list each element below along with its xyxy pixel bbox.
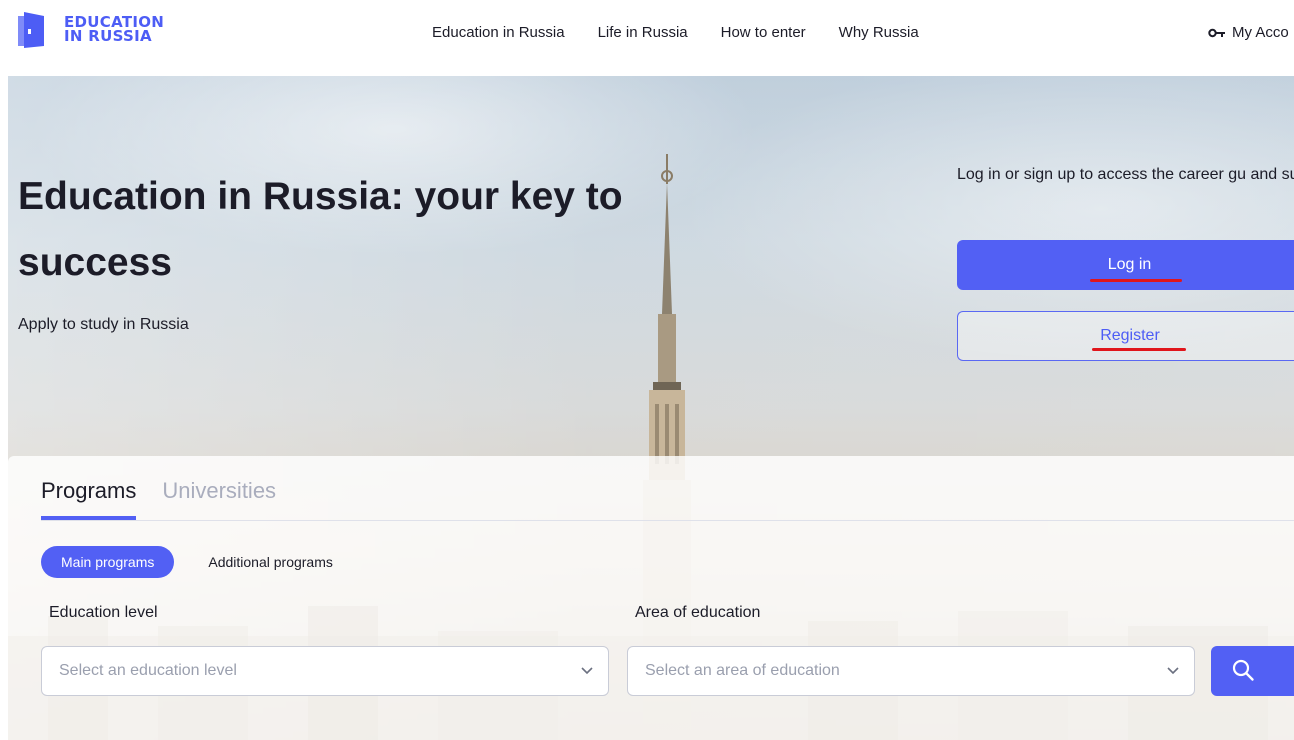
hero-title: Education in Russia: your key to success: [18, 175, 623, 284]
login-annotation-underline: [1090, 279, 1182, 282]
area-of-education-placeholder: Select an area of education: [645, 662, 840, 679]
nav-education-in-russia[interactable]: Education in Russia: [432, 24, 565, 41]
additional-programs-pill[interactable]: Additional programs: [208, 554, 333, 570]
area-of-education-select[interactable]: Select an area of education: [627, 646, 1195, 696]
program-type-toggle: Main programs Additional programs: [41, 546, 333, 578]
education-level-label: Education level: [49, 604, 158, 621]
site-logo[interactable]: EDUCATION IN RUSSIA: [18, 10, 164, 48]
search-panel: Programs Universities Main programs Addi…: [8, 456, 1294, 740]
education-level-select[interactable]: Select an education level: [41, 646, 609, 696]
login-prompt: Log in or sign up to access the career g…: [957, 166, 1294, 183]
search-icon: [1232, 659, 1254, 681]
tab-programs[interactable]: Programs: [41, 478, 137, 520]
logo-line-2: IN RUSSIA: [64, 27, 152, 45]
hero-subtitle: Apply to study in Russia: [18, 316, 189, 333]
education-level-placeholder: Select an education level: [59, 662, 237, 679]
area-of-education-label: Area of education: [635, 604, 761, 621]
chevron-down-icon: [1167, 667, 1179, 675]
tab-universities[interactable]: Universities: [162, 478, 276, 520]
hero-section: Education in Russia: your key to success…: [8, 76, 1294, 740]
my-account-label: My Acco: [1232, 24, 1289, 41]
key-icon: [1208, 28, 1225, 37]
site-header: EDUCATION IN RUSSIA Education in Russia …: [0, 0, 1294, 72]
chevron-down-icon: [581, 667, 593, 675]
main-nav: Education in Russia Life in Russia How t…: [432, 24, 952, 41]
register-annotation-underline: [1092, 348, 1186, 351]
nav-how-to-enter[interactable]: How to enter: [721, 24, 806, 41]
login-button[interactable]: Log in: [957, 240, 1294, 290]
register-button[interactable]: Register: [957, 311, 1294, 361]
main-programs-pill[interactable]: Main programs: [41, 546, 175, 578]
search-tabs: Programs Universities: [41, 478, 302, 520]
nav-why-russia[interactable]: Why Russia: [839, 24, 919, 41]
nav-life-in-russia[interactable]: Life in Russia: [598, 24, 688, 41]
my-account-link[interactable]: My Acco: [1208, 24, 1289, 41]
logo-text: EDUCATION IN RUSSIA: [64, 15, 164, 45]
search-button[interactable]: [1211, 646, 1294, 696]
door-logo-icon: [18, 12, 44, 48]
tabs-divider: [41, 520, 1294, 521]
